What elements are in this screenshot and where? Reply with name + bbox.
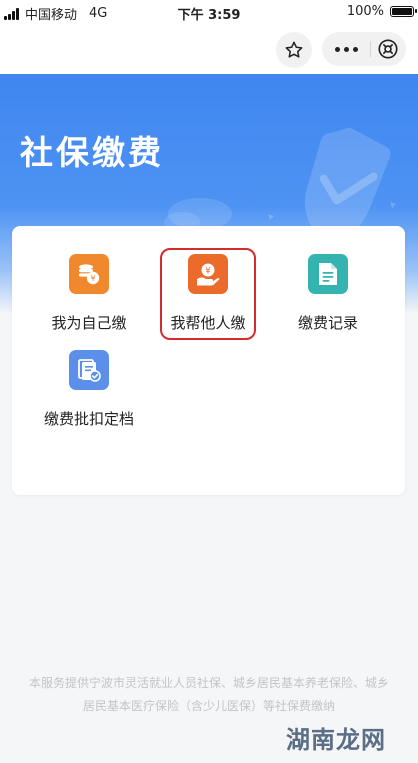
pay-for-self-button[interactable]: ¥ 我为自己缴 [24, 226, 154, 332]
service-description-line-2: 居民基本医疗保险（含少儿医保）等社保费缴纳 [82, 699, 335, 713]
battery-percent: 100% [346, 4, 384, 19]
more-button[interactable] [322, 32, 370, 66]
batch-deduction-grade-button[interactable]: 缴费批扣定档 [24, 322, 154, 428]
watermark: 湖南龙网 [286, 726, 386, 754]
status-right: 100% [346, 4, 417, 19]
status-bar: 中国移动 4G 下午 3:59 100% [0, 0, 418, 24]
payment-records-label: 缴费记录 [297, 314, 358, 332]
svg-text:¥: ¥ [90, 274, 95, 283]
battery-icon [390, 6, 417, 17]
service-description: 本服务提供宁波市灵活就业人员社保、城乡居民基本养老保险、城乡 居民基本医疗保险（… [0, 672, 418, 718]
service-card: ¥ 我为自己缴 ¥ 我帮他人缴 缴费记录 缴费批扣定档 [12, 226, 405, 495]
pay-for-others-button[interactable]: ¥ 我帮他人缴 [143, 226, 273, 332]
payment-records-button[interactable]: 缴费记录 [263, 226, 393, 332]
capsule-divider [370, 41, 371, 57]
page-title: 社保缴费 [20, 133, 164, 172]
close-circle-icon [378, 39, 398, 59]
close-button[interactable] [374, 36, 402, 62]
more-dots-icon [334, 46, 340, 52]
svg-text:¥: ¥ [205, 266, 211, 276]
file-check-icon [69, 350, 109, 390]
hand-yuan-icon: ¥ [188, 254, 228, 294]
menu-capsule [322, 32, 406, 66]
document-icon [308, 254, 348, 294]
mini-program-nav-bar [0, 24, 418, 74]
service-description-line-1: 本服务提供宁波市灵活就业人员社保、城乡居民基本养老保险、城乡 [28, 676, 389, 690]
favorite-button[interactable] [276, 32, 312, 68]
pay-for-others-label: 我帮他人缴 [170, 314, 246, 332]
batch-deduction-grade-label: 缴费批扣定档 [43, 410, 134, 428]
coins-yuan-icon: ¥ [69, 254, 109, 294]
star-outline-icon [285, 41, 303, 58]
